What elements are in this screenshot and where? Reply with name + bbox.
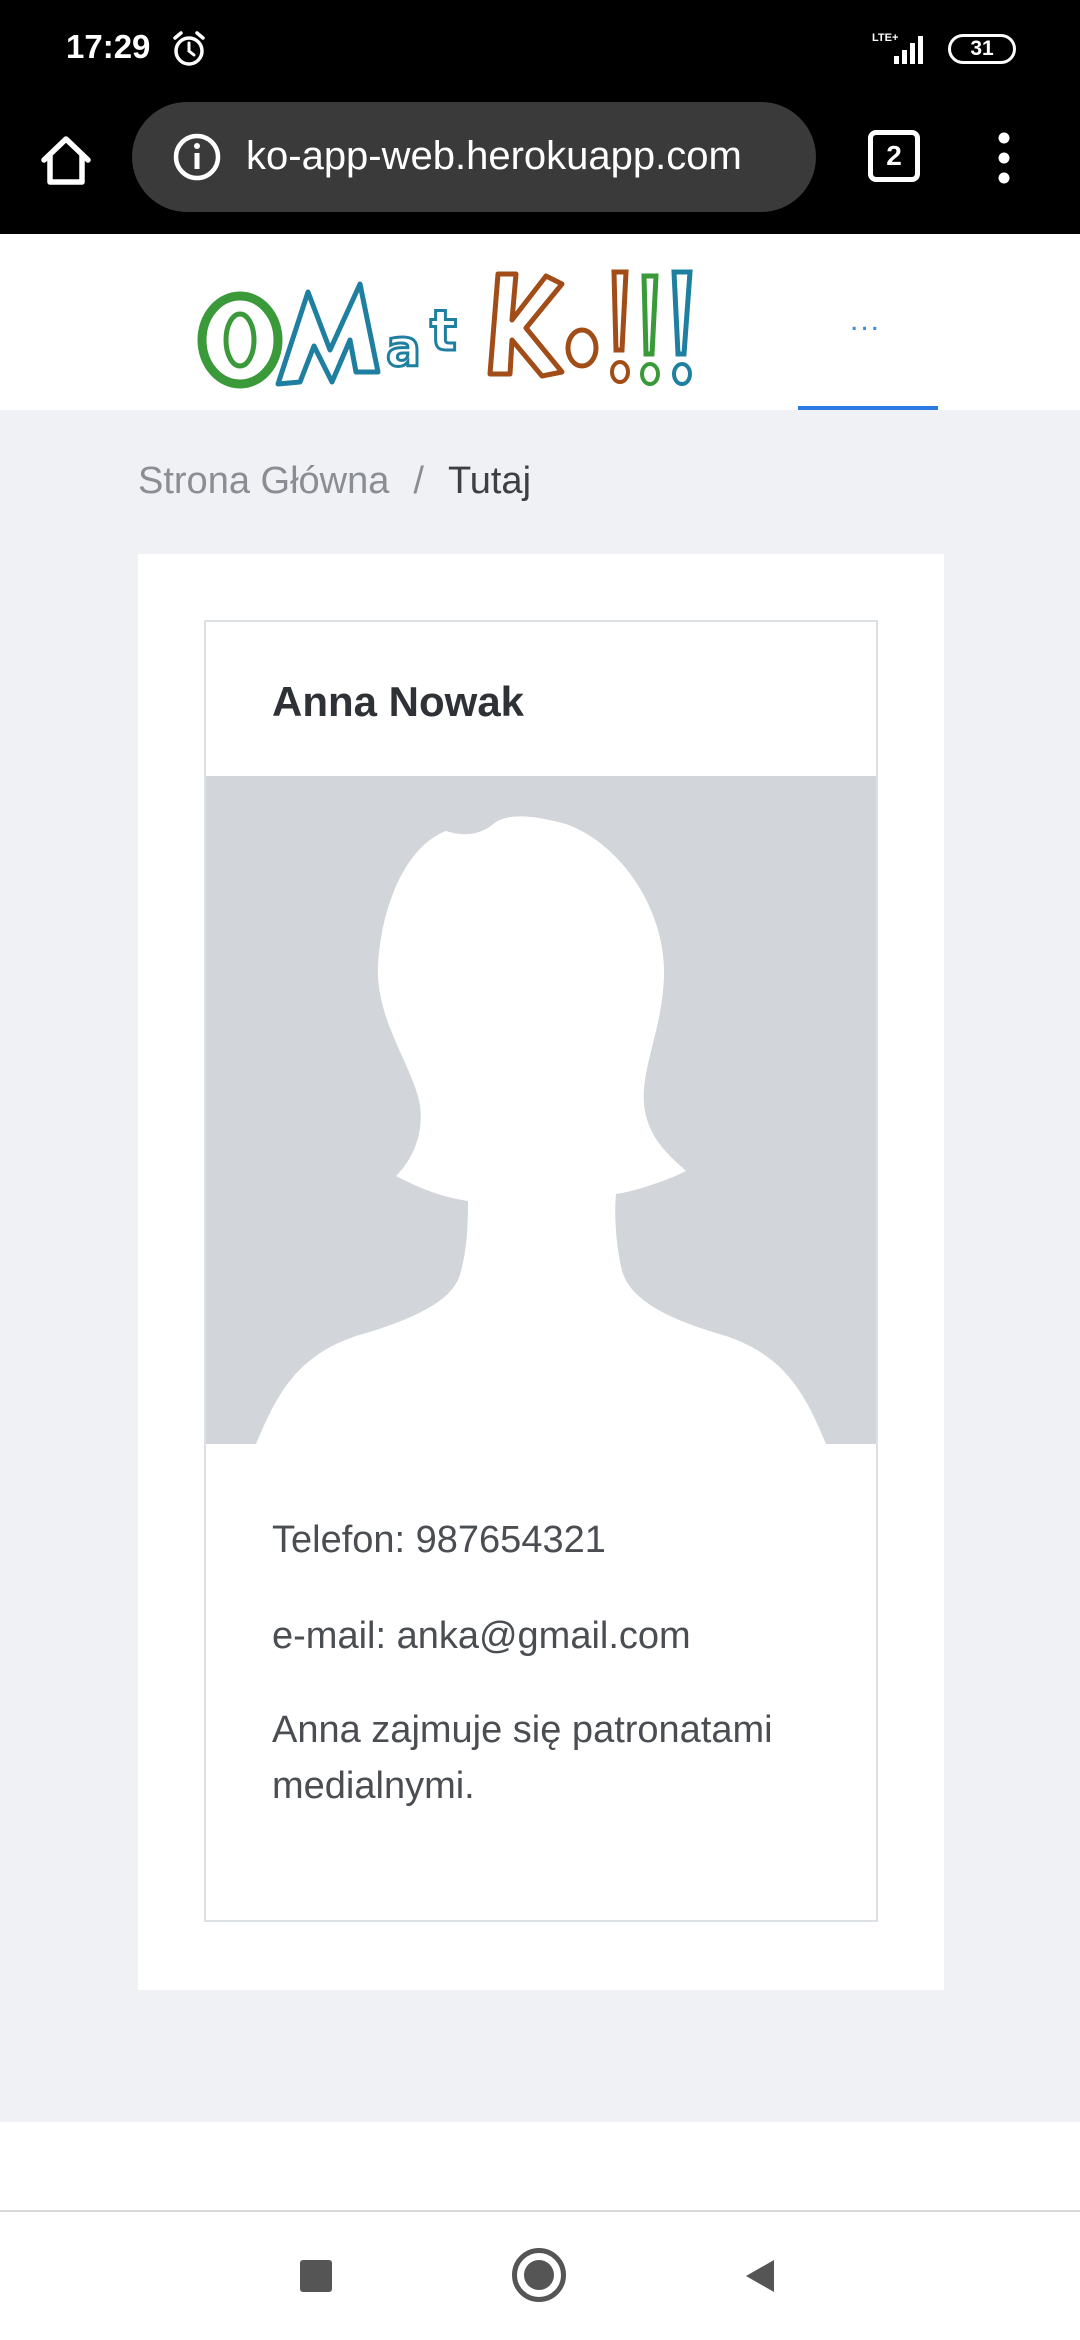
breadcrumb: Strona Główna / Tutaj <box>138 460 531 503</box>
tab-count: 2 <box>886 140 902 171</box>
alarm-icon <box>173 31 205 66</box>
site-logo[interactable]: a t <box>190 254 730 394</box>
profile-email: e-mail: anka@gmail.com <box>272 1615 691 1657</box>
avatar <box>206 776 876 1444</box>
breadcrumb-separator: / <box>413 460 424 502</box>
profile-container: Anna Nowak Telefon: 987654321 e-mail: an… <box>138 554 944 1990</box>
profile-description: Anna zajmuje się patronatami medialnymi. <box>272 1709 773 1807</box>
site-header: a t ... <box>0 234 1080 412</box>
url-text[interactable]: ko-app-web.herokuapp.com <box>246 134 742 179</box>
menu-button[interactable]: ... <box>850 304 881 338</box>
profile-name: Anna Nowak <box>272 678 525 725</box>
profile-card: Anna Nowak Telefon: 987654321 e-mail: an… <box>204 620 878 1922</box>
home-circle-icon[interactable] <box>512 2248 566 2302</box>
svg-text:LTE+: LTE+ <box>872 32 898 44</box>
svg-text:a: a <box>386 319 421 379</box>
tabs-icon[interactable]: 2 <box>868 130 920 182</box>
status-time: 17:29 <box>66 28 151 65</box>
back-triangle-icon[interactable] <box>740 2256 780 2296</box>
breadcrumb-current: Tutaj <box>447 460 532 502</box>
recents-square-icon[interactable] <box>300 2260 332 2292</box>
battery-level: 31 <box>970 37 994 60</box>
info-icon[interactable] <box>172 132 222 182</box>
browser-toolbar: ko-app-web.herokuapp.com 2 <box>0 100 1080 234</box>
more-vert-icon[interactable] <box>984 128 1024 188</box>
url-bar[interactable]: ko-app-web.herokuapp.com <box>132 102 816 212</box>
svg-text:t: t <box>430 299 457 364</box>
main-content: Strona Główna / Tutaj Anna Nowak Telefon: … <box>0 410 1080 2122</box>
home-icon[interactable] <box>36 130 96 190</box>
status-bar: 17:29 LTE+ 31 <box>0 0 1080 100</box>
profile-phone: Telefon: 987654321 <box>272 1519 606 1561</box>
battery-icon: 31 <box>948 34 1016 64</box>
breadcrumb-home-link[interactable]: Strona Główna <box>138 460 389 502</box>
system-nav-bar <box>0 2212 1080 2340</box>
signal-icon: LTE+ <box>872 32 923 64</box>
person-silhouette-icon <box>256 816 826 1444</box>
